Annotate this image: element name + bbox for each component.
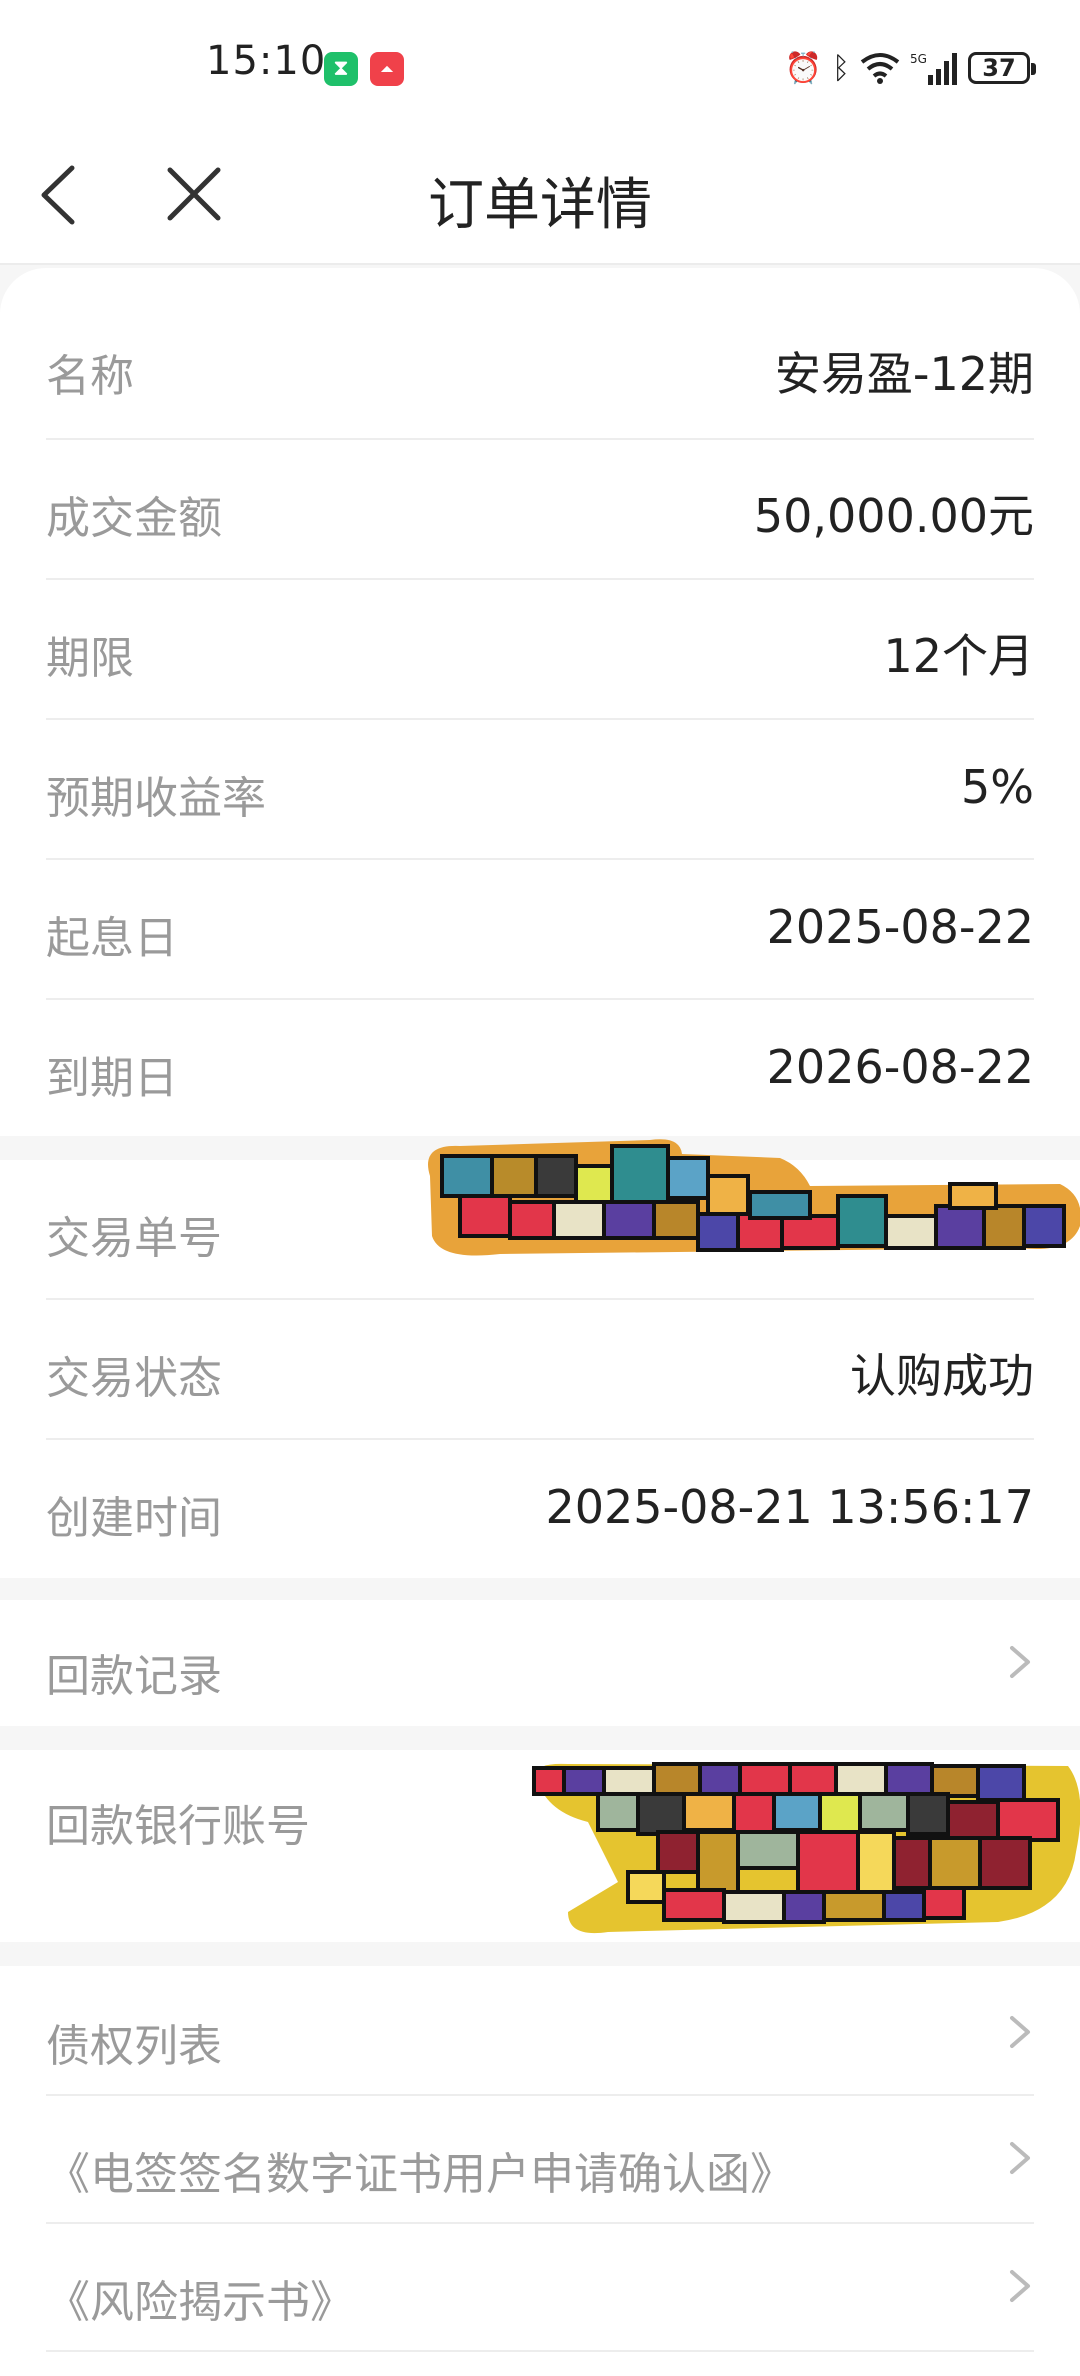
row-label: 《电签签名数字证书用户申请确认函》 [46,2149,794,2200]
chevron-right-icon [1010,2016,1030,2048]
status-icons: ⏰ ᛒ 5G 37 [784,46,1036,90]
chevron-right-icon [1010,2142,1030,2174]
document-row-risk-disclosure[interactable]: 《风险揭示书》 [46,2224,1034,2352]
info-row-maturity-date: 到期日 2026-08-22 [46,1000,1034,1136]
row-label: 创建时间 [46,1493,222,1544]
row-label: 回款记录 [46,1651,222,1702]
row-label: 交易单号 [46,1213,222,1264]
document-row-certificate-letter[interactable]: 《电签签名数字证书用户申请确认函》 [46,2096,1034,2224]
row-value: 安易盈-12期 [774,347,1034,401]
row-label: 预期收益率 [46,773,266,824]
row-label: 回款银行账号 [46,1801,310,1852]
info-row-name: 名称 安易盈-12期 [46,268,1034,440]
alarm-icon: ⏰ [784,50,822,86]
documents-card: 债权列表 《电签签名数字证书用户申请确认函》 《风险揭示书》 [0,1966,1080,2376]
row-value: 认购成功 [850,1349,1034,1403]
row-label: 起息日 [46,913,178,964]
wifi-icon [860,53,900,84]
row-label: 到期日 [46,1053,178,1104]
row-value: 50,000.00元 [753,489,1034,543]
chevron-right-icon [1010,2270,1030,2302]
huawei-app-icon: ◢◣ [370,52,404,86]
repayment-record-card[interactable]: 回款记录 [0,1600,1080,1726]
signal-5g-icon: 5G [910,52,957,85]
status-time: 15:10 [206,38,327,84]
row-label: 债权列表 [46,2021,222,2072]
hourglass-icon: ⧗ [324,52,358,86]
row-value: 2025-08-21 13:56:17 [545,1480,1034,1534]
row-label: 成交金额 [46,493,222,544]
info-row-created-time: 创建时间 2025-08-21 13:56:17 [46,1440,1034,1578]
row-value: 2026-08-22 [766,1040,1034,1094]
repayment-record-row[interactable]: 回款记录 [46,1600,1034,1726]
page-title: 订单详情 [428,173,652,238]
row-value: 12个月 [883,629,1034,683]
info-row-yield: 预期收益率 5% [46,720,1034,860]
row-label: 交易状态 [46,1353,222,1404]
redaction-scribble [428,1139,1080,1256]
chevron-right-icon [1010,1646,1030,1678]
info-row-status: 交易状态 认购成功 [46,1300,1034,1440]
row-value: 2025-08-22 [766,900,1034,954]
document-row-creditor-list[interactable]: 债权列表 [46,1966,1034,2096]
status-bar: 15:10 ⧗ ◢◣ ⏰ ᛒ 5G 37 [0,0,1080,130]
info-row-value-date: 起息日 2025-08-22 [46,860,1034,1000]
row-value: 5% [961,760,1034,814]
row-label: 《风险揭示书》 [46,2277,354,2328]
row-label: 期限 [46,633,134,684]
info-row-amount: 成交金额 50,000.00元 [46,440,1034,580]
nav-bar: 订单详情 [0,130,1080,265]
svg-text:5G: 5G [910,52,927,66]
row-label: 名称 [46,351,134,402]
redaction-scribble [532,1762,1080,1933]
info-row-term: 期限 12个月 [46,580,1034,720]
bluetooth-icon: ᛒ [832,50,850,86]
battery-indicator: 37 [968,52,1036,84]
product-info-card: 名称 安易盈-12期 成交金额 50,000.00元 期限 12个月 预期收益率… [0,268,1080,1136]
